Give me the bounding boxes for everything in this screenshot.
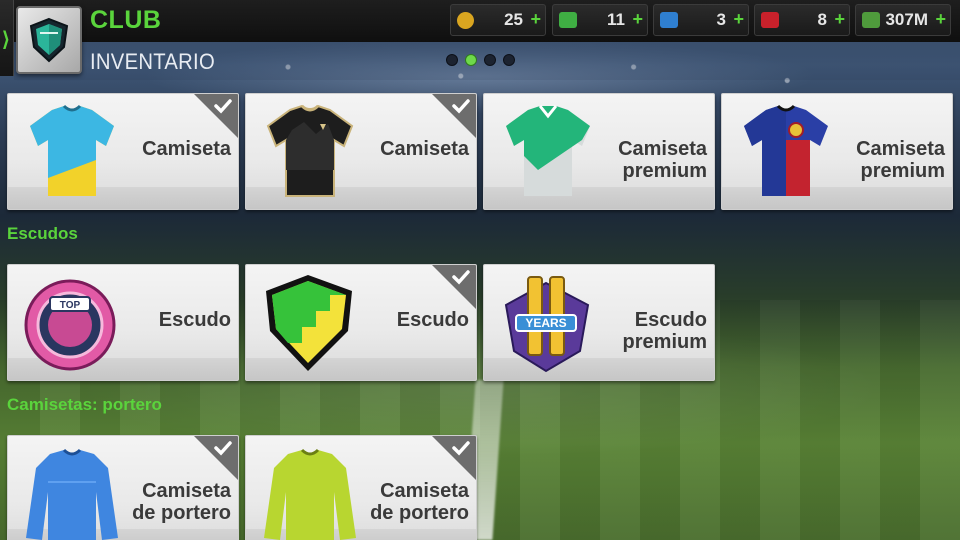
page-title: CLUB — [90, 6, 162, 34]
money-icon — [862, 12, 880, 28]
check-icon — [432, 94, 476, 138]
card-label: Camiseta — [380, 138, 469, 160]
add-money-button[interactable]: + — [935, 9, 946, 30]
card-label: Camiseta premium — [856, 138, 945, 182]
currency-value: 11 — [607, 10, 625, 29]
health-icon — [761, 12, 779, 28]
check-icon — [194, 436, 238, 480]
shirt-icon — [506, 105, 590, 196]
svg-text:TOP: TOP — [60, 300, 81, 311]
crest-icon — [266, 275, 352, 371]
currency-value: 8 — [817, 10, 827, 29]
check-icon — [432, 265, 476, 309]
goalkeeper-shirt-icon — [26, 448, 118, 540]
currency-token[interactable]: 25 + — [450, 4, 546, 36]
page-subtitle: INVENTARIO — [90, 49, 215, 74]
inventory-card-crest[interactable]: Escudo — [245, 264, 477, 381]
card-label: Escudo — [158, 309, 231, 331]
add-cash-button[interactable]: + — [632, 9, 643, 30]
section-title-goalkeeper: Camisetas: portero — [7, 395, 162, 414]
back-button[interactable]: ⟩ — [0, 0, 14, 76]
currency-money[interactable]: 307M + — [855, 4, 951, 36]
card-label: Escudo premium — [622, 309, 707, 353]
cash-icon — [559, 12, 577, 28]
add-health-button[interactable]: + — [834, 9, 845, 30]
inventory-card-shirt[interactable]: Camiseta — [7, 93, 239, 210]
card-label: Camiseta — [142, 138, 231, 160]
chevron-left-icon: ⟩ — [2, 29, 10, 51]
currency-value: 25 — [504, 10, 523, 29]
page-dot-active[interactable] — [465, 54, 477, 66]
crest-icon: TOP — [24, 279, 116, 371]
page-indicator — [446, 54, 515, 66]
inventory-card-goalkeeper-shirt[interactable]: Camiseta de portero — [245, 435, 477, 540]
card-label: Escudo — [396, 309, 469, 331]
shirt-icon — [30, 104, 114, 196]
inventory-card-shirt[interactable]: Camiseta — [245, 93, 477, 210]
card-label: Camiseta de portero — [370, 480, 469, 524]
page-dot[interactable] — [503, 54, 515, 66]
inventory-card-goalkeeper-shirt[interactable]: Camiseta de portero — [7, 435, 239, 540]
page-dot[interactable] — [446, 54, 458, 66]
inventory-card-shirt-premium[interactable]: Camiseta premium — [483, 93, 715, 210]
add-energy-button[interactable]: + — [733, 9, 744, 30]
currency-value: 307M — [885, 10, 928, 29]
check-icon — [194, 94, 238, 138]
page-dot[interactable] — [484, 54, 496, 66]
shirt-icon — [744, 104, 828, 196]
currency-health[interactable]: 8 + — [754, 4, 850, 36]
energy-icon — [660, 12, 678, 28]
inventory-card-crest[interactable]: TOP Escudo — [7, 264, 239, 381]
shirt-icon — [266, 104, 354, 197]
shield-icon — [29, 17, 69, 63]
section-title-escudos: Escudos — [7, 224, 78, 243]
currency-cash[interactable]: 11 + — [552, 4, 648, 36]
currency-value: 3 — [716, 10, 726, 29]
card-label: Camiseta de portero — [132, 480, 231, 524]
svg-text:YEARS: YEARS — [525, 316, 566, 330]
goalkeeper-shirt-icon — [264, 448, 356, 540]
card-label: Camiseta premium — [618, 138, 707, 182]
club-badge[interactable] — [16, 6, 82, 74]
check-icon — [432, 436, 476, 480]
add-token-button[interactable]: + — [530, 9, 541, 30]
inventory-card-crest-premium[interactable]: YEARS Escudo premium — [483, 264, 715, 381]
token-icon — [457, 12, 474, 29]
crest-icon: YEARS — [504, 276, 590, 373]
currency-energy[interactable]: 3 + — [653, 4, 749, 36]
inventory-card-shirt-premium[interactable]: Camiseta premium — [721, 93, 953, 210]
